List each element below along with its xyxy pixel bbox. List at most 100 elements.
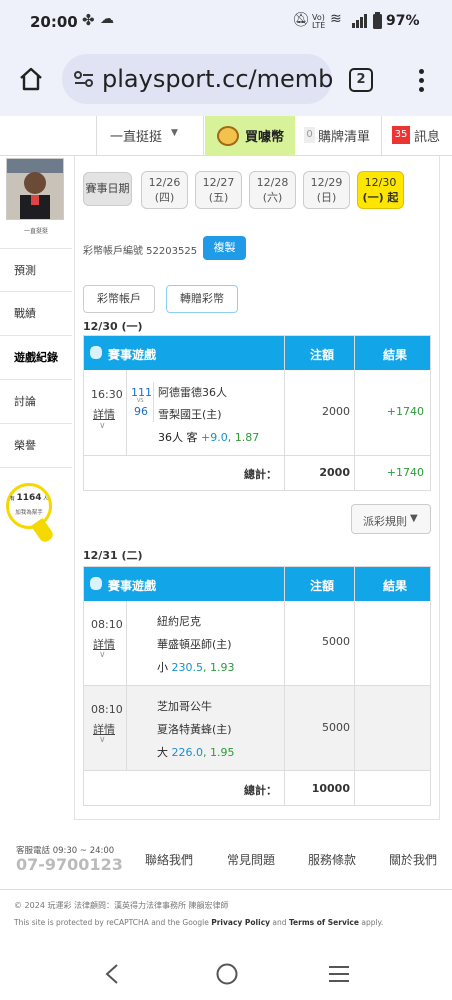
chevron-down-icon: ∨ [99,650,106,660]
recaptcha-notice: This site is protected by reCAPTCHA and … [14,918,384,927]
game-log-panel: 賽事日期 12/26 (四) 12/27 (五) 12/28 (六) 12/29 (日)… [74,156,440,820]
battery-icon [373,12,382,29]
date-button-1226[interactable]: 12/26 (四) [141,171,188,209]
coin-icon [217,126,239,146]
date-picker-label: 賽事日期 [83,172,132,206]
sidebar-item-discuss[interactable]: 討論 [0,380,72,424]
helper-count-line: 有 1164 人 [9,493,49,503]
home-team: 夏洛特黃蜂(主) [157,723,232,736]
table-header: 賽事遊戲 注額 結果 [84,336,430,370]
total-label: 總計： [244,784,277,797]
privacy-policy-link[interactable]: Privacy Policy [211,918,270,927]
home-team: 華盛頓巫師(主) [157,638,232,651]
messages-link[interactable]: 35 訊息 [384,116,452,156]
copy-button[interactable]: 複製 [203,236,246,260]
chevron-down-icon: ▼ [171,128,178,138]
account-number: 彩幣帳戶編號 52203525 [83,246,198,257]
footer-link-about[interactable]: 關於我們 [389,851,437,868]
bet-table-1230: 賽事遊戲 注額 結果 16:30 詳情 ∨ 111 VS 96 阿德雷德36人 … [83,335,431,491]
menu-icon[interactable] [411,66,431,94]
copyright-text: © 2024 玩運彩 法律顧問：漢英得力法律事務所 陳韻宏律師 [14,901,229,910]
user-menu-label: 一直挺挺 [110,130,163,145]
sidebar-username: 一直挺挺 [23,228,48,235]
pick-line: 小 230.5, 1.93 [157,661,235,674]
game-time: 08:10 [91,703,123,716]
helper-count: 1164 [16,493,42,503]
bet-result: +1740 [386,405,424,418]
member-sidebar: 一直挺挺 預測 戰績 遊戲紀錄 討論 榮譽 有 1164 人 加我為幫手 [0,156,72,816]
pick-line: 大 226.0, 1.95 [157,746,235,759]
date-button-1230[interactable]: 12/30 (一) 起 [357,171,404,209]
system-nav-bar [0,950,452,1000]
sidebar-item-game-log[interactable]: 遊戲紀錄 [0,336,72,380]
table-header: 賽事遊戲 注額 結果 [84,567,430,601]
header-result: 結果 [383,348,408,362]
payout-rules-button[interactable]: 派彩規則 ▼ [351,504,431,534]
vs-label: VS [137,398,144,404]
database-icon [90,577,102,590]
status-bar: 20:00 ✤ ☁ 🔕︎ Vo) LTE ≋ 97% [0,0,452,44]
bet-amount: 5000 [322,635,350,648]
bet-amount: 2000 [322,405,350,418]
game-time: 16:30 [91,388,123,401]
database-icon [90,346,102,359]
home-nav-icon[interactable] [215,962,239,986]
avatar-photo [7,159,63,219]
url-bar[interactable]: playsport.cc/memb [62,54,333,104]
tab-transfer[interactable]: 轉贈彩幣 [166,285,238,313]
detail-link[interactable]: 詳情 [93,406,115,422]
away-team: 阿德雷德36人 [158,386,227,399]
footer-link-contact[interactable]: 聯絡我們 [145,851,193,868]
caret-down-icon: ▼ [410,513,418,524]
buy-coins-button[interactable]: 買噱幣 [205,116,295,156]
section-date-1230: 12/30 (一) [83,320,143,333]
home-number: 96 [134,405,148,418]
volte-icon: Vo) LTE [312,13,326,30]
recent-apps-icon[interactable] [327,964,351,984]
bet-table-1231: 賽事遊戲 注額 結果 08:10 詳情 ∨ 紐約尼克 華盛頓巫師(主) 小 23… [83,566,431,806]
header-game: 賽事遊戲 [108,579,157,593]
date-button-1227[interactable]: 12/27 (五) [195,171,242,209]
sidebar-item-predict[interactable]: 預測 [0,248,72,292]
wifi-icon: ≋ [330,11,342,27]
payout-rules-label: 派彩規則 [363,515,407,528]
hotline-number: 07-9700123 [16,855,123,874]
sidebar-item-record[interactable]: 戰績 [0,292,72,336]
chevron-down-icon: ∨ [99,735,106,745]
bet-amount: 5000 [322,721,350,734]
total-label: 總計： [244,468,277,481]
cart-label: 購牌清單 [318,130,371,145]
back-icon[interactable] [104,963,120,985]
site-settings-icon[interactable] [74,70,94,88]
footer-link-terms[interactable]: 服務條款 [308,851,356,868]
user-menu[interactable]: 一直挺挺 ▼ [96,116,204,156]
footer-link-faq[interactable]: 常見問題 [227,851,275,868]
tab-switcher-button[interactable]: 2 [349,68,373,92]
avatar[interactable] [6,158,64,220]
message-count: 35 [392,126,410,144]
away-team: 芝加哥公牛 [157,700,212,713]
helper-label: 加我為幫手 [15,510,43,516]
total-bet: 10000 [311,782,350,795]
home-icon[interactable] [18,66,44,92]
battery-level: 97% [386,13,420,29]
tab-wallet[interactable]: 彩幣帳戶 [83,285,155,313]
sidebar-item-honor[interactable]: 榮譽 [0,424,72,468]
header-result: 結果 [383,579,408,593]
messages-label: 訊息 [414,130,441,145]
total-bet: 2000 [319,466,350,479]
home-team: 雪梨國王(主) [158,408,222,421]
game-time: 08:10 [91,618,123,631]
mute-icon: 🔕︎ [292,12,310,28]
pick-line: 36人 客 +9.0, 1.87 [158,431,260,444]
cart-link[interactable]: 0 購牌清單 [296,116,382,156]
section-date-1231: 12/31 (二) [83,549,143,562]
header-game: 賽事遊戲 [108,348,157,362]
terms-of-service-link[interactable]: Terms of Service [289,918,359,927]
date-button-1228[interactable]: 12/28 (六) [249,171,296,209]
row-highlight [84,685,430,771]
chevron-down-icon: ∨ [99,421,106,431]
date-button-1229[interactable]: 12/29 (日) [303,171,350,209]
signal-icon [352,14,367,28]
status-time: 20:00 [30,13,78,31]
